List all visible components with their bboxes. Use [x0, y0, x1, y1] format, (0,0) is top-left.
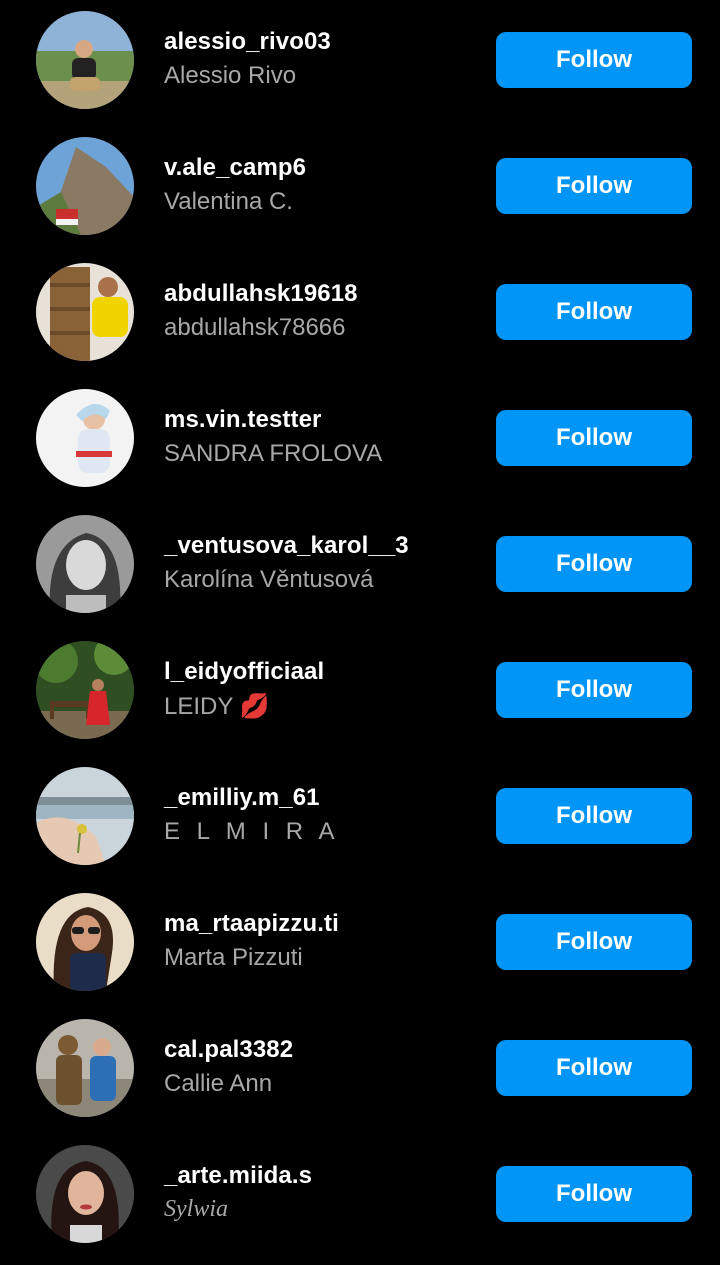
- full-name: LEIDY 💋: [164, 693, 270, 720]
- full-name: SANDRA FROLOVA: [164, 440, 383, 467]
- follow-button[interactable]: Follow: [496, 158, 692, 214]
- avatar[interactable]: [36, 1145, 134, 1243]
- full-name: Sylwia: [164, 1196, 228, 1222]
- follow-button[interactable]: Follow: [496, 914, 692, 970]
- avatar[interactable]: [36, 1019, 134, 1117]
- avatar[interactable]: [36, 263, 134, 361]
- avatar[interactable]: [36, 893, 134, 991]
- list-item[interactable]: v.ale_camp6 Valentina C. Follow: [0, 126, 720, 252]
- list-item[interactable]: cal.pal3382 Callie Ann Follow: [0, 1008, 720, 1134]
- avatar[interactable]: [36, 137, 134, 235]
- follow-button[interactable]: Follow: [496, 662, 692, 718]
- username[interactable]: ma_rtaapizzu.ti: [164, 910, 339, 938]
- username[interactable]: _arte.miida.s: [164, 1162, 312, 1190]
- full-name: Valentina C.: [164, 188, 293, 215]
- list-item[interactable]: alessio_rivo03 Alessio Rivo Follow: [0, 0, 720, 126]
- username[interactable]: l_eidyofficiaal: [164, 658, 324, 686]
- follow-button[interactable]: Follow: [496, 536, 692, 592]
- list-item[interactable]: _ventusova_karol__3 Karolína Věntusová F…: [0, 504, 720, 630]
- full-name: abdullahsk78666: [164, 314, 346, 341]
- follow-button[interactable]: Follow: [496, 410, 692, 466]
- username[interactable]: ms.vin.testter: [164, 406, 321, 434]
- username[interactable]: _emilliy.m_61: [164, 784, 320, 812]
- full-name: E L M I R A: [164, 818, 340, 845]
- list-item[interactable]: ms.vin.testter SANDRA FROLOVA Follow: [0, 378, 720, 504]
- follow-button[interactable]: Follow: [496, 284, 692, 340]
- list-item[interactable]: l_eidyofficiaal LEIDY 💋 Follow: [0, 630, 720, 756]
- follow-button[interactable]: Follow: [496, 788, 692, 844]
- avatar[interactable]: [36, 11, 134, 109]
- full-name: Alessio Rivo: [164, 62, 297, 89]
- avatar[interactable]: [36, 389, 134, 487]
- list-item[interactable]: _arte.miida.s Sylwia Follow: [0, 1134, 720, 1260]
- username[interactable]: cal.pal3382: [164, 1036, 293, 1064]
- username[interactable]: v.ale_camp6: [164, 154, 306, 182]
- avatar[interactable]: [36, 767, 134, 865]
- follow-button[interactable]: Follow: [496, 1166, 692, 1222]
- username[interactable]: abdullahsk19618: [164, 280, 358, 308]
- avatar[interactable]: [36, 515, 134, 613]
- list-item[interactable]: ma_rtaapizzu.ti Marta Pizzuti Follow: [0, 882, 720, 1008]
- full-name: Marta Pizzuti: [164, 944, 303, 971]
- full-name: Callie Ann: [164, 1070, 273, 1097]
- full-name: Karolína Věntusová: [164, 566, 374, 593]
- list-item[interactable]: _emilliy.m_61 E L M I R A Follow: [0, 756, 720, 882]
- list-item[interactable]: abdullahsk19618 abdullahsk78666 Follow: [0, 252, 720, 378]
- follow-button[interactable]: Follow: [496, 1040, 692, 1096]
- follow-button[interactable]: Follow: [496, 32, 692, 88]
- username[interactable]: alessio_rivo03: [164, 28, 331, 56]
- suggested-accounts-list: alessio_rivo03 Alessio Rivo Follow v.ale…: [0, 0, 720, 1265]
- username[interactable]: _ventusova_karol__3: [164, 532, 409, 560]
- avatar[interactable]: [36, 641, 134, 739]
